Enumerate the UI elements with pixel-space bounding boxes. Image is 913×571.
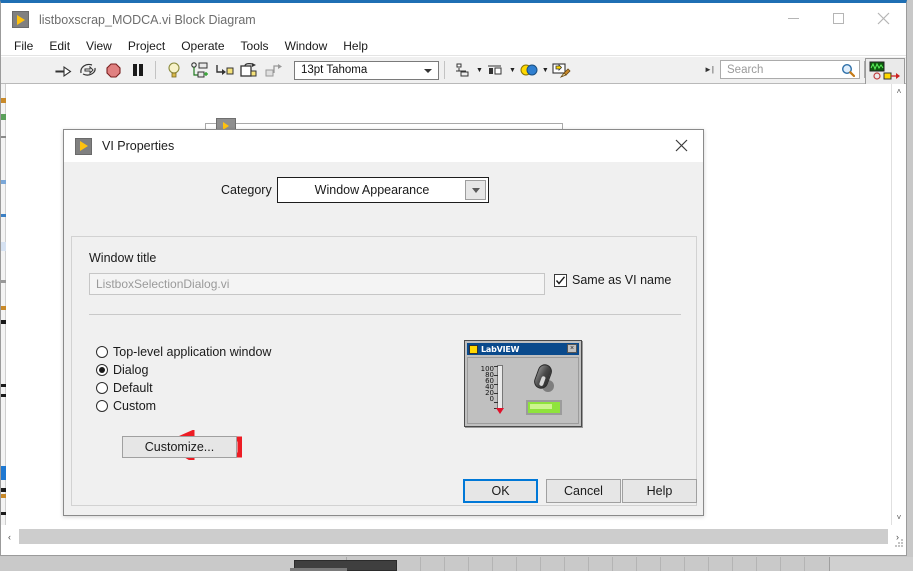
window-title-input[interactable]: ListboxSelectionDialog.vi <box>89 273 545 295</box>
window-appearance-preview: LabVIEW × 100 80 60 40 20 0 <box>464 340 582 427</box>
toolbar: 13pt Tahoma ▼ ▼ ▼ ►| Search <box>1 57 906 96</box>
horizontal-scrollbar[interactable]: ‹ › <box>1 527 906 546</box>
category-dropdown[interactable]: Window Appearance <box>277 177 489 203</box>
abort-execution-icon[interactable] <box>101 59 125 82</box>
font-selector[interactable]: 13pt Tahoma <box>294 60 439 80</box>
window-appearance-panel: Window title ListboxSelectionDialog.vi S… <box>71 236 697 506</box>
category-value: Window Appearance <box>314 183 430 197</box>
ok-button[interactable]: OK <box>463 479 538 503</box>
labview-run-arrow-icon <box>75 137 92 155</box>
cancel-button[interactable]: Cancel <box>546 479 621 503</box>
taskbar-tray[interactable] <box>829 557 913 571</box>
menu-item-tools[interactable]: Tools <box>233 37 277 55</box>
preview-title: LabVIEW <box>481 344 520 354</box>
horizontal-scroll-thumb[interactable] <box>19 529 888 544</box>
same-as-vi-name-row[interactable]: Same as VI name <box>554 273 671 287</box>
pause-icon[interactable] <box>126 59 150 82</box>
preview-titlebar: LabVIEW × <box>467 343 579 355</box>
font-selector-value: 13pt Tahoma <box>301 64 368 76</box>
radio-custom[interactable]: Custom <box>96 397 271 415</box>
menu-item-project[interactable]: Project <box>120 37 173 55</box>
radio-default[interactable]: Default <box>96 379 271 397</box>
window-titlebar[interactable]: listboxscrap_MODCA.vi Block Diagram <box>1 3 906 36</box>
dialog-title: VI Properties <box>102 139 175 153</box>
collapse-toolbar-icon[interactable]: ►| <box>704 65 714 74</box>
chevron-down-icon-3[interactable]: ▼ <box>542 67 549 74</box>
highlight-execution-bulb-icon[interactable] <box>162 59 186 82</box>
offscreen-content-strip <box>1 84 6 525</box>
vertical-scrollbar[interactable]: ˄ ˅ <box>891 84 906 525</box>
taskbar-sliver <box>0 557 913 571</box>
close-icon[interactable] <box>659 130 703 161</box>
labview-mini-icon <box>469 344 478 354</box>
thermometer-scale: 100 80 60 40 20 0 <box>480 365 494 403</box>
chevron-down-icon[interactable] <box>465 180 486 200</box>
search-input[interactable]: Search <box>720 60 860 79</box>
radio-dialog[interactable]: Dialog <box>96 361 271 379</box>
preview-front-panel: 100 80 60 40 20 0 <box>467 357 579 424</box>
radio-button-icon[interactable] <box>96 400 108 412</box>
chevron-down-icon-2[interactable]: ▼ <box>509 67 516 74</box>
search-placeholder: Search <box>727 63 764 76</box>
radio-label: Custom <box>113 399 157 413</box>
checkmark-icon <box>555 275 566 285</box>
step-over-icon[interactable] <box>237 59 261 82</box>
radio-label: Dialog <box>113 363 149 377</box>
run-arrow-icon[interactable] <box>51 59 75 82</box>
radio-top-level-application-window[interactable]: Top-level application window <box>96 343 271 361</box>
menubar: File Edit View Project Operate Tools Win… <box>1 36 906 56</box>
run-continuously-icon[interactable] <box>76 59 100 82</box>
minimize-icon[interactable] <box>771 3 816 34</box>
radio-button-selected-icon[interactable] <box>96 364 108 376</box>
category-label: Category <box>221 183 272 197</box>
reorder-icon[interactable] <box>517 59 541 82</box>
scroll-left-arrow[interactable]: ‹ <box>1 527 18 546</box>
section-divider <box>89 314 681 315</box>
led-indicator-icon <box>526 400 562 415</box>
radio-label: Default <box>113 381 153 395</box>
radio-label: Top-level application window <box>113 345 272 359</box>
chevron-down-icon <box>424 68 432 73</box>
window-title: listboxscrap_MODCA.vi Block Diagram <box>39 12 256 27</box>
toolbar-divider-2 <box>444 61 445 79</box>
dialog-body: Category Window Appearance Window title … <box>64 162 703 515</box>
chevron-down-icon[interactable]: ▼ <box>476 67 483 74</box>
scroll-up-arrow[interactable]: ˄ <box>892 84 906 99</box>
radio-button-icon[interactable] <box>96 346 108 358</box>
window-title-input-value: ListboxSelectionDialog.vi <box>96 277 230 291</box>
resize-grip-icon[interactable] <box>894 535 904 547</box>
thermometer-bulb <box>496 408 504 414</box>
customize-button[interactable]: Customize... <box>122 436 237 458</box>
dialog-footer: OK Cancel Help <box>64 473 703 515</box>
menu-item-edit[interactable]: Edit <box>41 37 78 55</box>
retain-wire-values-icon[interactable] <box>187 59 211 82</box>
distribute-objects-icon[interactable] <box>484 59 508 82</box>
radio-button-icon[interactable] <box>96 382 108 394</box>
step-into-icon[interactable] <box>212 59 236 82</box>
close-icon[interactable] <box>861 3 906 34</box>
menu-item-view[interactable]: View <box>78 37 120 55</box>
vi-properties-dialog: VI Properties Category Window Appearance… <box>63 129 704 516</box>
menu-item-operate[interactable]: Operate <box>173 37 232 55</box>
align-objects-icon[interactable] <box>451 59 475 82</box>
same-as-vi-name-label: Same as VI name <box>572 273 672 287</box>
menu-item-file[interactable]: File <box>6 37 41 55</box>
maximize-icon[interactable] <box>816 3 861 34</box>
menu-item-help[interactable]: Help <box>335 37 376 55</box>
clean-up-diagram-icon[interactable] <box>550 59 574 82</box>
menu-item-window[interactable]: Window <box>277 37 336 55</box>
same-as-vi-name-checkbox[interactable] <box>554 273 567 287</box>
window-appearance-radio-group: Top-level application window Dialog Defa… <box>96 343 271 415</box>
labview-run-arrow-icon <box>12 11 29 28</box>
close-box-icon: × <box>567 344 577 353</box>
step-out-icon[interactable] <box>262 59 286 82</box>
dialog-titlebar[interactable]: VI Properties <box>64 130 703 162</box>
help-button[interactable]: Help <box>622 479 697 503</box>
window-title-label: Window title <box>89 251 157 265</box>
scroll-down-arrow[interactable]: ˅ <box>892 510 906 525</box>
toolbar-divider <box>155 61 156 79</box>
search-magnifier-icon[interactable] <box>841 63 856 78</box>
